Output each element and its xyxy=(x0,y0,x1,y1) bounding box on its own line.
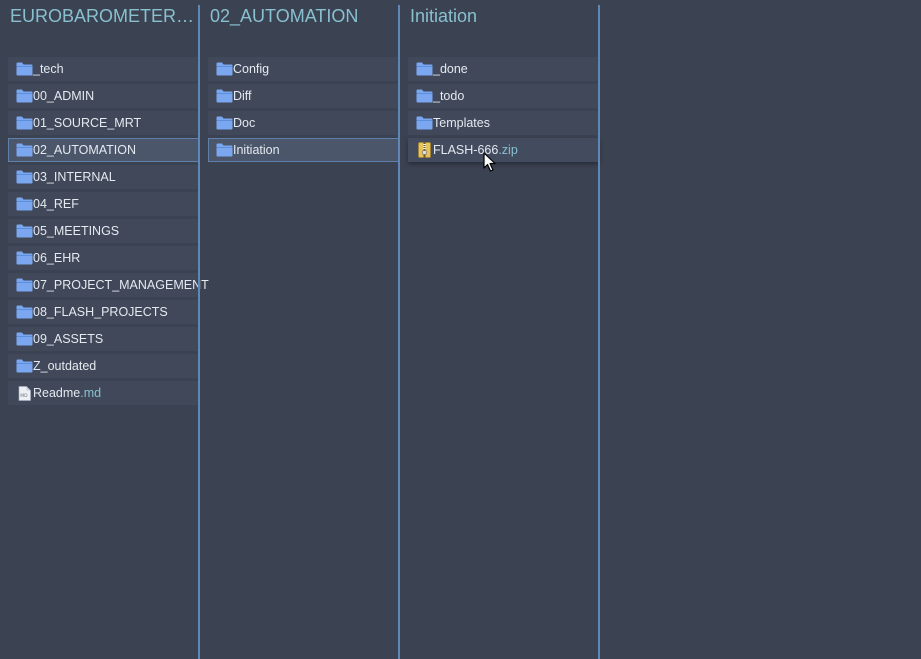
item-name: Doc xyxy=(233,116,256,130)
list-item-templates[interactable]: Templates xyxy=(408,111,599,135)
list-item-initiation[interactable]: Initiation xyxy=(208,138,399,162)
item-list: _tech 00_ADMIN 01_SOURCE_MRT 02_AUTOMATION 0… xyxy=(8,57,209,408)
folder-icon xyxy=(215,142,233,158)
item-name: _tech xyxy=(33,62,64,76)
column-divider[interactable] xyxy=(398,5,400,659)
folder-icon xyxy=(15,196,33,212)
item-extension: .zip xyxy=(498,143,518,157)
item-name: 09_ASSETS xyxy=(33,332,104,346)
list-item-06-ehr[interactable]: 06_EHR xyxy=(8,246,199,270)
item-extension: .md xyxy=(80,386,102,400)
item-name: 00_ADMIN xyxy=(33,89,95,103)
list-item-01-source-mrt[interactable]: 01_SOURCE_MRT xyxy=(8,111,199,135)
list-item-tech[interactable]: _tech xyxy=(8,57,199,81)
folder-icon xyxy=(15,61,33,77)
folder-icon xyxy=(215,61,233,77)
item-name: 03_INTERNAL xyxy=(33,170,116,184)
folder-icon xyxy=(215,88,233,104)
item-name: _todo xyxy=(433,89,465,103)
list-item-03-internal[interactable]: 03_INTERNAL xyxy=(8,165,199,189)
list-item-07-project-management[interactable]: 07_PROJECT_MANAGEMENT xyxy=(8,273,209,297)
folder-icon xyxy=(15,115,33,131)
column-eurobarometer: EUROBAROMETER_FL... _tech 00_ADMIN 01_SOUR… xyxy=(8,0,209,659)
list-item-04-ref[interactable]: 04_REF xyxy=(8,192,199,216)
item-name: Initiation xyxy=(233,143,280,157)
column-02-automation: 02_AUTOMATION Config Diff Doc Initiation xyxy=(208,0,399,659)
list-item-todo[interactable]: _todo xyxy=(408,84,599,108)
item-name: Config xyxy=(233,62,270,76)
folder-icon xyxy=(15,331,33,347)
folder-icon xyxy=(15,88,33,104)
list-item-08-flash-projects[interactable]: 08_FLASH_PROJECTS xyxy=(8,300,199,324)
zip-file-icon xyxy=(415,142,433,158)
list-item-doc[interactable]: Doc xyxy=(208,111,399,135)
folder-icon xyxy=(15,142,33,158)
folder-icon xyxy=(15,304,33,320)
folder-icon xyxy=(15,223,33,239)
item-name: 02_AUTOMATION xyxy=(33,143,137,157)
item-name: Diff xyxy=(233,89,252,103)
item-name: Readme xyxy=(33,386,81,400)
column-divider[interactable] xyxy=(198,5,200,659)
folder-icon xyxy=(215,115,233,131)
list-item-00-admin[interactable]: 00_ADMIN xyxy=(8,84,199,108)
folder-icon xyxy=(15,169,33,185)
item-name: _done xyxy=(433,62,468,76)
folder-icon xyxy=(415,88,433,104)
column-divider[interactable] xyxy=(598,5,600,659)
item-name: Z_outdated xyxy=(33,359,97,373)
list-item-config[interactable]: Config xyxy=(208,57,399,81)
list-item-done[interactable]: _done xyxy=(408,57,599,81)
column-title: EUROBAROMETER_FL... xyxy=(10,6,198,26)
item-list: Config Diff Doc Initiation xyxy=(208,57,399,165)
item-name: 06_EHR xyxy=(33,251,81,265)
item-name: 07_PROJECT_MANAGEMENT xyxy=(33,278,209,292)
item-name: 05_MEETINGS xyxy=(33,224,120,238)
list-item-02-automation[interactable]: 02_AUTOMATION xyxy=(8,138,199,162)
item-list: _done _todo Templates FLASH-666 .zip xyxy=(408,57,599,165)
item-name: 08_FLASH_PROJECTS xyxy=(33,305,168,319)
markdown-file-icon: MD xyxy=(15,385,33,401)
list-item-09-assets[interactable]: 09_ASSETS xyxy=(8,327,199,351)
folder-icon xyxy=(15,358,33,374)
item-name: 01_SOURCE_MRT xyxy=(33,116,142,130)
folder-icon xyxy=(415,115,433,131)
list-item-diff[interactable]: Diff xyxy=(208,84,399,108)
svg-text:MD: MD xyxy=(20,393,28,399)
folder-icon xyxy=(15,277,33,293)
mouse-pointer-icon xyxy=(483,152,496,172)
column-title: 02_AUTOMATION xyxy=(210,6,359,26)
list-item-z-outdated[interactable]: Z_outdated xyxy=(8,354,199,378)
list-item-readme[interactable]: MD Readme .md xyxy=(8,381,199,405)
item-name: 04_REF xyxy=(33,197,79,211)
column-title: Initiation xyxy=(410,6,478,26)
list-item-flash-666[interactable]: FLASH-666 .zip xyxy=(408,138,599,162)
folder-icon xyxy=(15,250,33,266)
folder-icon xyxy=(415,61,433,77)
item-name: Templates xyxy=(433,116,490,130)
column-initiation: Initiation _done _todo Templates FLASH-666.… xyxy=(408,0,599,659)
list-item-05-meetings[interactable]: 05_MEETINGS xyxy=(8,219,199,243)
